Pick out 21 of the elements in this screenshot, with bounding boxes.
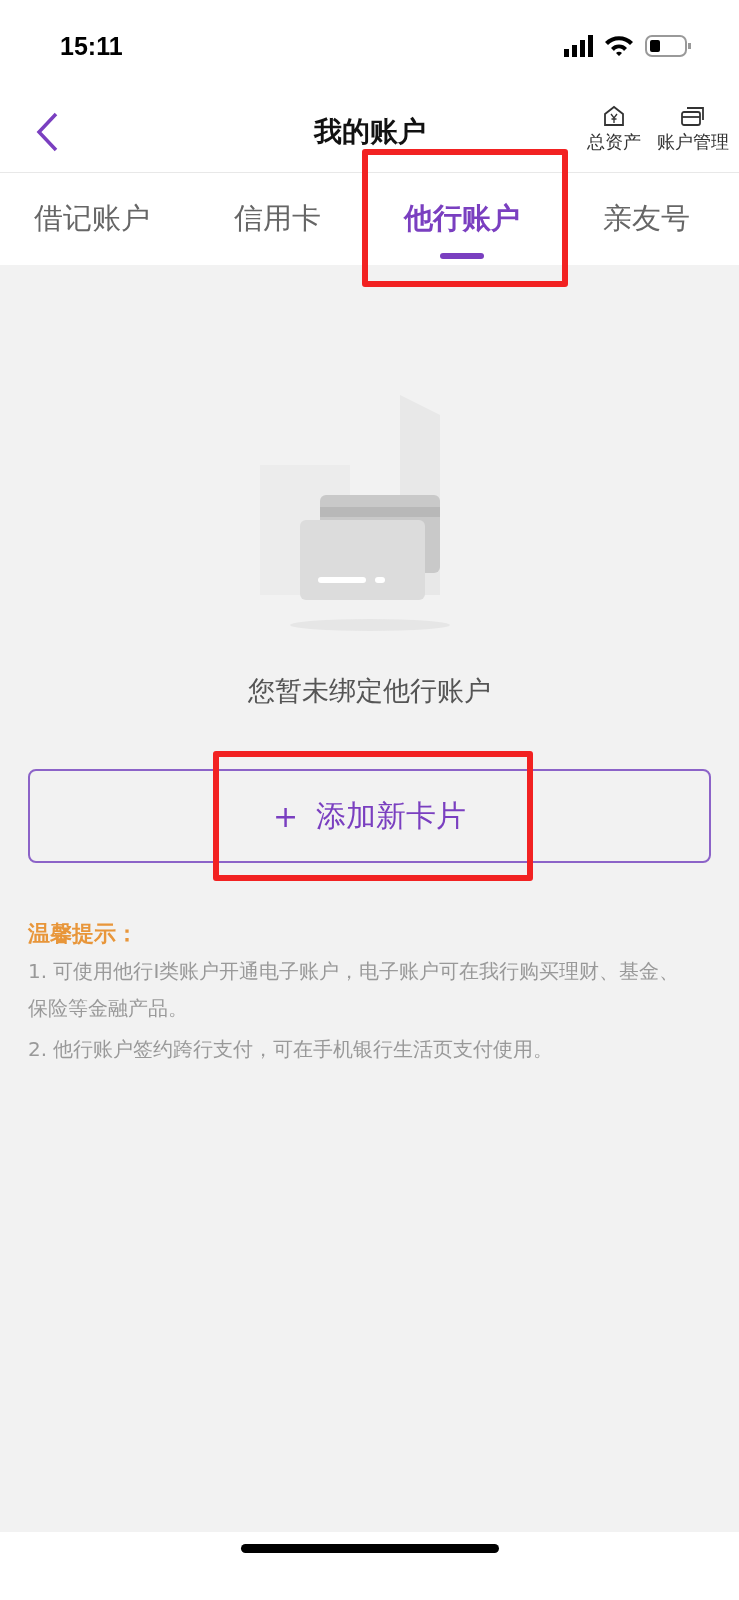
tips-title: 温馨提示： <box>28 920 139 948</box>
total-assets-button[interactable]: 总资产 <box>587 104 641 154</box>
signal-icon <box>564 35 593 57</box>
empty-message: 您暂未绑定他行账户 <box>248 674 491 708</box>
back-icon[interactable] <box>36 112 60 152</box>
account-tab[interactable]: 信用卡 <box>184 173 370 265</box>
add-card-button[interactable]: + 添加新卡片 <box>28 769 711 863</box>
tip-text: 1. 可使用他行I类账户开通电子账户，电子账户可在我行购买理财、基金、保险等金融产品。 <box>28 958 681 1022</box>
account-tab[interactable]: 借记账户 <box>0 173 185 265</box>
account-tab[interactable]: 亲友号 <box>554 173 739 265</box>
plus-icon: + <box>272 798 299 834</box>
battery-icon <box>645 35 691 57</box>
active-indicator <box>439 253 484 259</box>
house-icon <box>602 104 626 128</box>
card-icon <box>679 104 707 128</box>
account-manage-button[interactable]: 账户管理 <box>657 104 729 154</box>
tip-text: 2. 他行账户签约跨行支付，可在手机银行生活页支付使用。 <box>28 1036 555 1063</box>
status-time: 15:11 <box>60 31 123 61</box>
wifi-icon <box>605 36 633 56</box>
page-title: 我的账户 <box>313 114 426 150</box>
account-tab[interactable]: 他行账户 <box>369 173 555 265</box>
